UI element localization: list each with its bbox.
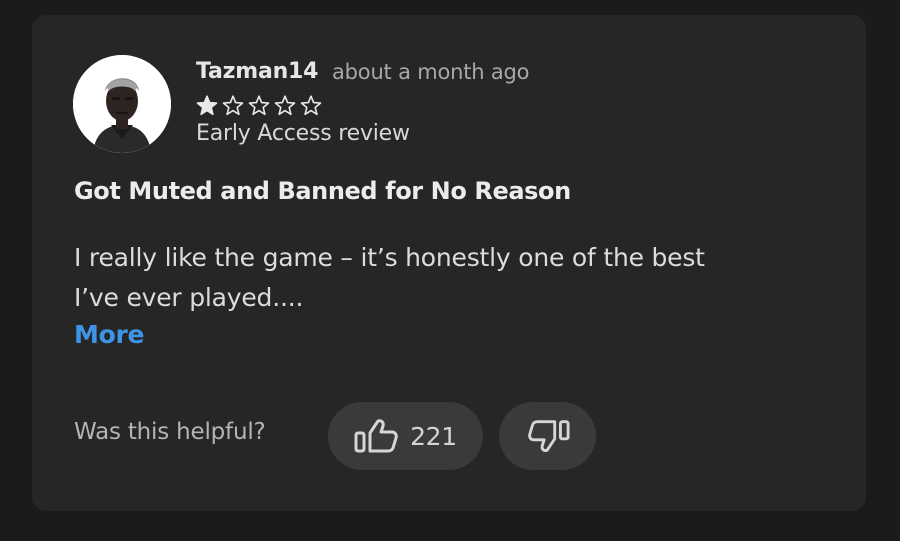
review-timestamp: about a month ago: [332, 60, 530, 84]
star-empty-icon: [274, 95, 296, 116]
avatar-image: [73, 55, 171, 153]
thumbs-up-button[interactable]: 221: [328, 402, 483, 470]
username[interactable]: Tazman14: [196, 59, 318, 84]
star-empty-icon: [248, 95, 270, 116]
thumbs-up-icon: [354, 419, 398, 453]
avatar[interactable]: [73, 55, 171, 153]
star-rating: [195, 94, 323, 118]
thumbs-down-icon: [527, 420, 570, 453]
thumbs-down-button[interactable]: [499, 402, 596, 470]
star-empty-icon: [222, 95, 244, 116]
review-card: Tazman14 about a month ago Early Access …: [32, 15, 866, 511]
more-link[interactable]: More: [74, 320, 144, 349]
star-filled-icon: [196, 95, 218, 116]
review-body-line: I’ve ever played....: [74, 283, 304, 312]
helpful-prompt: Was this helpful?: [74, 419, 266, 445]
review-body-line: I really like the game – it’s honestly o…: [74, 243, 705, 272]
star-empty-icon: [300, 95, 322, 116]
review-body: I really like the game – it’s honestly o…: [74, 238, 814, 318]
helpful-count: 221: [410, 421, 457, 451]
review-title: Got Muted and Banned for No Reason: [74, 177, 571, 205]
review-type-label: Early Access review: [196, 121, 410, 146]
